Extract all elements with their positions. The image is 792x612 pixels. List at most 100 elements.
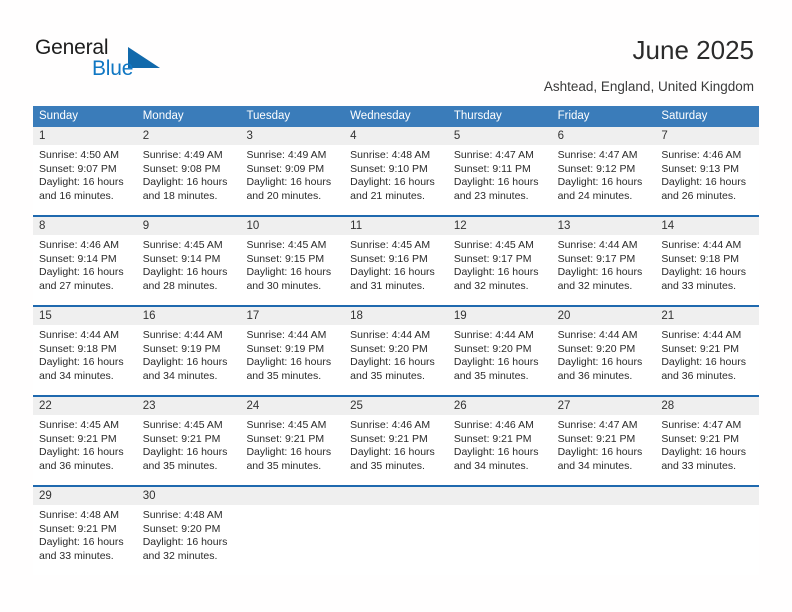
daylight-text-line1: Daylight: 16 hours xyxy=(142,536,228,549)
day-cell[interactable]: Sunrise: 4:44 AM Sunset: 9:19 PM Dayligh… xyxy=(137,325,241,395)
day-number[interactable]: 9 xyxy=(137,217,241,235)
day-cell[interactable]: Sunrise: 4:44 AM Sunset: 9:19 PM Dayligh… xyxy=(240,325,344,395)
day-number-empty xyxy=(344,487,448,505)
day-number[interactable]: 6 xyxy=(552,127,656,145)
day-cell[interactable]: Sunrise: 4:44 AM Sunset: 9:17 PM Dayligh… xyxy=(552,235,656,305)
page-title: June 2025 xyxy=(632,35,754,65)
sunrise-text: Sunrise: 4:46 AM xyxy=(453,419,534,431)
day-number[interactable]: 27 xyxy=(552,397,656,415)
day-number[interactable]: 13 xyxy=(552,217,656,235)
day-number[interactable]: 29 xyxy=(33,487,137,505)
day-number[interactable]: 12 xyxy=(448,217,552,235)
daylight-text-line2: and 32 minutes. xyxy=(557,279,633,292)
day-number[interactable]: 10 xyxy=(240,217,344,235)
general-blue-logo[interactable]: General Blue xyxy=(35,36,265,88)
day-number[interactable]: 2 xyxy=(137,127,241,145)
day-number[interactable]: 7 xyxy=(655,127,759,145)
daylight-text-line2: and 32 minutes. xyxy=(142,549,218,562)
sunset-text: Sunset: 9:12 PM xyxy=(557,162,636,175)
day-number[interactable]: 23 xyxy=(137,397,241,415)
day-cell[interactable]: Sunrise: 4:47 AM Sunset: 9:11 PM Dayligh… xyxy=(448,145,552,215)
day-number[interactable]: 26 xyxy=(448,397,552,415)
day-number-empty xyxy=(240,487,344,505)
day-number[interactable]: 3 xyxy=(240,127,344,145)
day-cell[interactable]: Sunrise: 4:47 AM Sunset: 9:21 PM Dayligh… xyxy=(552,415,656,485)
day-cell[interactable]: Sunrise: 4:44 AM Sunset: 9:20 PM Dayligh… xyxy=(448,325,552,395)
day-cell[interactable]: Sunrise: 4:44 AM Sunset: 9:18 PM Dayligh… xyxy=(655,235,759,305)
day-cell[interactable]: Sunrise: 4:47 AM Sunset: 9:12 PM Dayligh… xyxy=(552,145,656,215)
sunrise-text: Sunrise: 4:47 AM xyxy=(557,419,638,431)
sunrise-text: Sunrise: 4:44 AM xyxy=(661,329,742,341)
daylight-text-line2: and 35 minutes. xyxy=(246,369,322,382)
day-number[interactable]: 15 xyxy=(33,307,137,325)
day-cell[interactable]: Sunrise: 4:46 AM Sunset: 9:13 PM Dayligh… xyxy=(655,145,759,215)
day-number[interactable]: 14 xyxy=(655,217,759,235)
day-cell[interactable]: Sunrise: 4:45 AM Sunset: 9:14 PM Dayligh… xyxy=(137,235,241,305)
day-number[interactable]: 20 xyxy=(552,307,656,325)
day-number[interactable]: 25 xyxy=(344,397,448,415)
day-cell[interactable]: Sunrise: 4:44 AM Sunset: 9:21 PM Dayligh… xyxy=(655,325,759,395)
daylight-text-line1: Daylight: 16 hours xyxy=(453,356,539,369)
sunset-text: Sunset: 9:21 PM xyxy=(246,432,325,445)
day-number[interactable]: 22 xyxy=(33,397,137,415)
date-number-band: 22 23 24 25 26 27 28 xyxy=(33,397,759,415)
day-number[interactable]: 8 xyxy=(33,217,137,235)
sunrise-text: Sunrise: 4:45 AM xyxy=(39,419,119,431)
day-cell[interactable]: Sunrise: 4:44 AM Sunset: 9:20 PM Dayligh… xyxy=(344,325,448,395)
day-cell[interactable]: Sunrise: 4:45 AM Sunset: 9:17 PM Dayligh… xyxy=(448,235,552,305)
day-cell[interactable]: Sunrise: 4:48 AM Sunset: 9:10 PM Dayligh… xyxy=(344,145,448,215)
day-cell[interactable]: Sunrise: 4:49 AM Sunset: 9:08 PM Dayligh… xyxy=(137,145,241,215)
daylight-text-line2: and 28 minutes. xyxy=(142,279,218,292)
day-cell[interactable]: Sunrise: 4:44 AM Sunset: 9:20 PM Dayligh… xyxy=(552,325,656,395)
sunset-text: Sunset: 9:18 PM xyxy=(39,342,117,355)
day-number[interactable]: 21 xyxy=(655,307,759,325)
sunrise-text: Sunrise: 4:45 AM xyxy=(246,419,327,431)
day-number[interactable]: 24 xyxy=(240,397,344,415)
day-cell[interactable]: Sunrise: 4:46 AM Sunset: 9:21 PM Dayligh… xyxy=(448,415,552,485)
daylight-text-line1: Daylight: 16 hours xyxy=(661,176,746,189)
day-cell[interactable]: Sunrise: 4:47 AM Sunset: 9:21 PM Dayligh… xyxy=(655,415,759,485)
daylight-text-line2: and 33 minutes. xyxy=(661,459,737,472)
sunset-text: Sunset: 9:11 PM xyxy=(453,162,531,175)
daylight-text-line2: and 31 minutes. xyxy=(350,279,425,292)
day-cell[interactable]: Sunrise: 4:50 AM Sunset: 9:07 PM Dayligh… xyxy=(33,145,137,215)
day-number[interactable]: 28 xyxy=(655,397,759,415)
day-cell[interactable]: Sunrise: 4:46 AM Sunset: 9:14 PM Dayligh… xyxy=(33,235,137,305)
sunrise-text: Sunrise: 4:47 AM xyxy=(557,149,638,161)
sunset-text: Sunset: 9:21 PM xyxy=(661,342,739,355)
day-detail-row: Sunrise: 4:50 AM Sunset: 9:07 PM Dayligh… xyxy=(33,145,759,215)
day-number[interactable]: 11 xyxy=(344,217,448,235)
day-cell[interactable]: Sunrise: 4:49 AM Sunset: 9:09 PM Dayligh… xyxy=(240,145,344,215)
daylight-text-line2: and 35 minutes. xyxy=(350,459,425,472)
day-number[interactable]: 5 xyxy=(448,127,552,145)
day-number[interactable]: 30 xyxy=(137,487,241,505)
sunset-text: Sunset: 9:17 PM xyxy=(453,252,532,265)
daylight-text-line1: Daylight: 16 hours xyxy=(350,356,435,369)
day-cell[interactable]: Sunrise: 4:45 AM Sunset: 9:21 PM Dayligh… xyxy=(240,415,344,485)
day-number[interactable]: 16 xyxy=(137,307,241,325)
sunset-text: Sunset: 9:15 PM xyxy=(246,252,325,265)
daylight-text-line1: Daylight: 16 hours xyxy=(142,446,228,459)
day-number[interactable]: 1 xyxy=(33,127,137,145)
day-number[interactable]: 18 xyxy=(344,307,448,325)
daylight-text-line1: Daylight: 16 hours xyxy=(557,356,643,369)
sunset-text: Sunset: 9:20 PM xyxy=(350,342,428,355)
day-cell[interactable]: Sunrise: 4:46 AM Sunset: 9:21 PM Dayligh… xyxy=(344,415,448,485)
weekday-header-tuesday: Tuesday xyxy=(246,110,291,122)
day-cell[interactable]: Sunrise: 4:44 AM Sunset: 9:18 PM Dayligh… xyxy=(33,325,137,395)
date-number-band: 29 30 xyxy=(33,487,759,505)
day-cell[interactable]: Sunrise: 4:45 AM Sunset: 9:21 PM Dayligh… xyxy=(33,415,137,485)
day-number[interactable]: 4 xyxy=(344,127,448,145)
day-cell[interactable]: Sunrise: 4:48 AM Sunset: 9:21 PM Dayligh… xyxy=(33,505,137,575)
day-cell[interactable]: Sunrise: 4:45 AM Sunset: 9:16 PM Dayligh… xyxy=(344,235,448,305)
sunset-text: Sunset: 9:19 PM xyxy=(246,342,325,355)
date-number-band: 1 2 3 4 5 6 7 xyxy=(33,127,759,145)
daylight-text-line2: and 32 minutes. xyxy=(453,279,529,292)
day-number[interactable]: 19 xyxy=(448,307,552,325)
weekday-header-monday: Monday xyxy=(142,110,184,122)
day-number[interactable]: 17 xyxy=(240,307,344,325)
day-cell[interactable]: Sunrise: 4:45 AM Sunset: 9:21 PM Dayligh… xyxy=(137,415,241,485)
day-cell[interactable]: Sunrise: 4:45 AM Sunset: 9:15 PM Dayligh… xyxy=(240,235,344,305)
daylight-text-line2: and 30 minutes. xyxy=(246,279,322,292)
day-cell[interactable]: Sunrise: 4:48 AM Sunset: 9:20 PM Dayligh… xyxy=(137,505,241,575)
